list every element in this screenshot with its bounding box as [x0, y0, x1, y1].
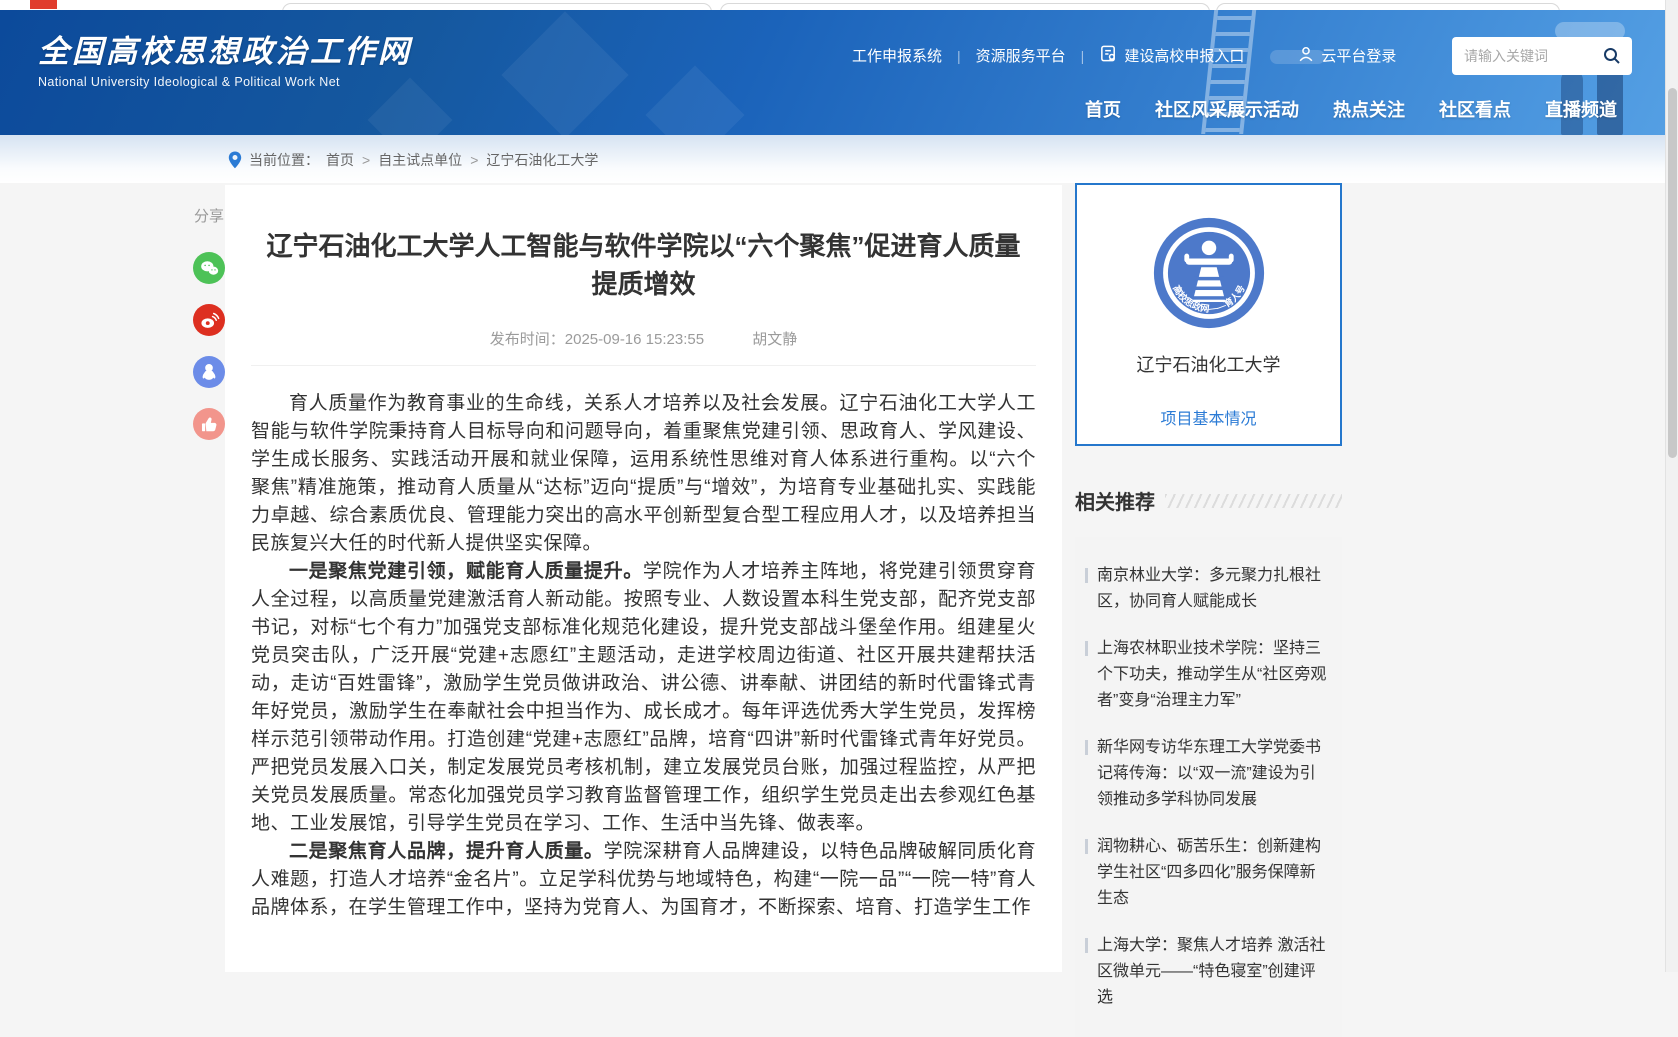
sidebar: 高校思政网——育人号 辽宁石油化工大学 项目基本情况 相关推荐 南京林业大学：多…	[1075, 183, 1342, 1037]
wechat-icon	[199, 258, 220, 279]
item-tick-decoration	[1085, 740, 1088, 755]
link-label: 建设高校申报入口	[1124, 45, 1244, 66]
qq-icon	[199, 362, 219, 382]
header-top-links: 工作申报系统 | 资源服务平台 | 建设高校申报入口	[852, 44, 1396, 67]
article-card: 辽宁石油化工大学人工智能与软件学院以“六个聚焦”促进育人质量提质增效 发布时间：…	[225, 185, 1062, 972]
article-paragraph: 育人质量作为教育事业的生命线，关系人才培养以及社会发展。辽宁石油化工大学人工智能…	[251, 390, 1036, 558]
item-tick-decoration	[1085, 568, 1088, 583]
paragraph-lead: 二是聚焦育人品牌，提升育人质量。	[289, 841, 604, 862]
user-icon	[1297, 45, 1315, 67]
university-account-logo: 高校思政网——育人号	[1151, 215, 1267, 331]
breadcrumb-label: 当前位置：	[249, 150, 319, 170]
link-university-apply-entry[interactable]: 建设高校申报入口	[1099, 44, 1244, 67]
share-weibo-button[interactable]	[193, 304, 225, 336]
university-name: 辽宁石油化工大学	[1077, 351, 1340, 377]
breadcrumb-bar: 当前位置： 首页 > 自主试点单位 > 辽宁石油化工大学	[0, 135, 1678, 183]
weibo-icon	[199, 310, 220, 331]
share-column: 分享	[192, 205, 226, 460]
red-flag-decoration	[30, 0, 57, 9]
breadcrumb-current: 辽宁石油化工大学	[486, 150, 598, 170]
nav-item[interactable]: 直播频道	[1545, 96, 1617, 122]
publish-label: 发布时间：	[490, 331, 565, 348]
breadcrumb-separator: >	[470, 152, 478, 168]
breadcrumb-item[interactable]: 自主试点单位	[378, 150, 462, 170]
share-label: 分享	[192, 205, 226, 226]
link-separator: |	[957, 48, 961, 64]
article-paragraph: 二是聚焦育人品牌，提升育人质量。学院深耕育人品牌建设，以特色品牌破解同质化育人难…	[251, 838, 1036, 922]
article-paragraph: 一是聚焦党建引领，赋能育人质量提升。学院作为人才培养主阵地，将党建引领贯穿育人全…	[251, 558, 1036, 838]
breadcrumb-separator: >	[362, 152, 370, 168]
related-item[interactable]: 新华网专访华东理工大学党委书记蒋传海：以“双一流”建设为引领推动多学科协同发展	[1085, 735, 1328, 813]
share-qq-button[interactable]	[193, 356, 225, 388]
search-input[interactable]	[1462, 47, 1602, 65]
related-item[interactable]: 上海农林职业技术学院：坚持三个下功夫，推动学生从“社区旁观者”变身“治理主力军”	[1085, 636, 1328, 714]
related-item-title: 南京林业大学：多元聚力扎根社区，协同育人赋能成长	[1097, 563, 1328, 615]
item-tick-decoration	[1085, 641, 1088, 656]
related-section: 相关推荐 南京林业大学：多元聚力扎根社区，协同育人赋能成长上海农林职业技术学院：…	[1075, 486, 1342, 1037]
heading-stripes-decoration	[1165, 494, 1342, 508]
link-label: 工作申报系统	[852, 45, 942, 66]
article-author: 胡文静	[752, 331, 797, 348]
header-illustration	[501, 11, 628, 135]
nav-item[interactable]: 社区看点	[1439, 96, 1511, 122]
breadcrumb: 当前位置： 首页 > 自主试点单位 > 辽宁石油化工大学	[228, 150, 598, 170]
nav-item[interactable]: 热点关注	[1333, 96, 1405, 122]
link-cloud-login[interactable]: 云平台登录	[1297, 45, 1396, 67]
main-nav: 首页 社区风采展示活动 热点关注 社区看点 直播频道	[1085, 96, 1617, 122]
site-header: 全国高校思想政治工作网 National University Ideologi…	[0, 10, 1678, 135]
university-card: 高校思政网——育人号 辽宁石油化工大学 项目基本情况	[1075, 183, 1342, 446]
related-list: 南京林业大学：多元聚力扎根社区，协同育人赋能成长上海农林职业技术学院：坚持三个下…	[1075, 537, 1342, 1037]
item-tick-decoration	[1085, 839, 1088, 854]
header-illustration	[646, 66, 745, 135]
site-logo-title: 全国高校思想政治工作网	[38, 26, 412, 71]
related-item[interactable]: 润物耕心、砺苦乐生：创新建构学生社区“四多四化”服务保障新生态	[1085, 834, 1328, 912]
nav-item[interactable]: 社区风采展示活动	[1155, 96, 1299, 122]
link-label: 云平台登录	[1321, 45, 1396, 66]
related-item-title: 新华网专访华东理工大学党委书记蒋传海：以“双一流”建设为引领推动多学科协同发展	[1097, 735, 1328, 813]
project-info-link[interactable]: 项目基本情况	[1160, 405, 1256, 429]
site-logo-subtitle: National University Ideological & Politi…	[38, 75, 412, 89]
share-wechat-button[interactable]	[193, 252, 225, 284]
article-title: 辽宁石油化工大学人工智能与软件学院以“六个聚焦”促进育人质量提质增效	[257, 227, 1030, 303]
related-item-title: 上海大学：聚焦人才培养 激活社区微单元——“特色寝室”创建评选	[1097, 933, 1328, 1011]
link-separator: |	[1081, 48, 1085, 64]
related-item-title: 润物耕心、砺苦乐生：创新建构学生社区“四多四化”服务保障新生态	[1097, 834, 1328, 912]
location-pin-icon	[228, 151, 242, 169]
link-label: 资源服务平台	[976, 45, 1066, 66]
article-meta: 发布时间：2025-09-16 15:23:55 胡文静	[251, 328, 1036, 366]
nav-item[interactable]: 首页	[1085, 96, 1121, 122]
scrollbar-thumb[interactable]	[1668, 88, 1677, 458]
browser-tab-strip	[0, 0, 1678, 10]
thumbs-up-icon	[200, 415, 219, 434]
link-work-report-system[interactable]: 工作申报系统	[852, 45, 942, 66]
paragraph-lead: 一是聚焦党建引领，赋能育人质量提升。	[289, 561, 643, 582]
publish-time: 2025-09-16 15:23:55	[565, 331, 704, 348]
related-item[interactable]: 上海大学：聚焦人才培养 激活社区微单元——“特色寝室”创建评选	[1085, 933, 1328, 1011]
item-tick-decoration	[1085, 938, 1088, 953]
document-icon	[1099, 44, 1118, 67]
related-item[interactable]: 南京林业大学：多元聚力扎根社区，协同育人赋能成长	[1085, 563, 1328, 615]
link-resource-platform[interactable]: 资源服务平台	[976, 45, 1066, 66]
site-logo[interactable]: 全国高校思想政治工作网 National University Ideologi…	[38, 26, 412, 89]
breadcrumb-item[interactable]: 首页	[326, 150, 354, 170]
related-item-title: 上海农林职业技术学院：坚持三个下功夫，推动学生从“社区旁观者”变身“治理主力军”	[1097, 636, 1328, 714]
article-body: 育人质量作为教育事业的生命线，关系人才培养以及社会发展。辽宁石油化工大学人工智能…	[251, 390, 1036, 922]
share-like-button[interactable]	[193, 408, 225, 440]
breadcrumb-items: 首页 > 自主试点单位 > 辽宁石油化工大学	[326, 150, 598, 170]
page-scrollbar[interactable]	[1665, 0, 1678, 972]
search-icon[interactable]	[1602, 46, 1622, 66]
related-heading: 相关推荐	[1075, 486, 1155, 515]
search-box	[1452, 37, 1632, 75]
